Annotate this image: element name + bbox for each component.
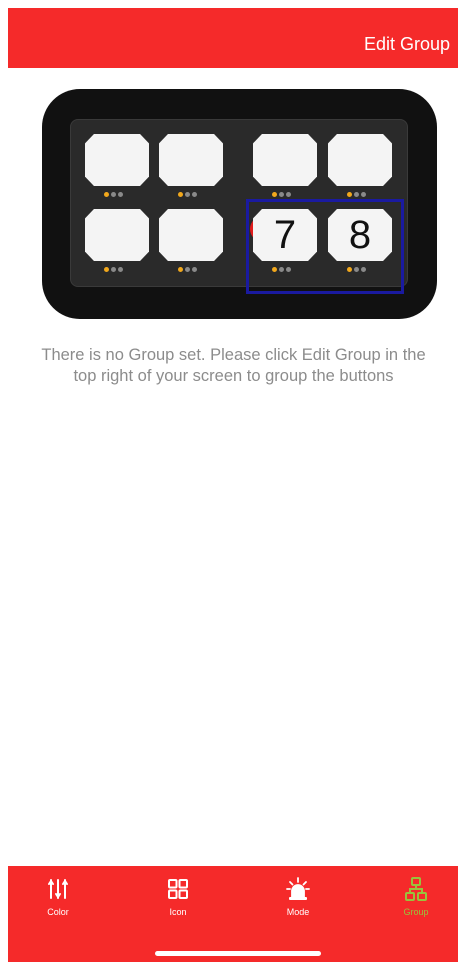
key-3-indicator: [272, 192, 291, 198]
sliders-icon: [28, 876, 88, 902]
tab-icon[interactable]: Icon: [148, 876, 208, 917]
grid-icon: [148, 876, 208, 902]
edit-group-button[interactable]: Edit Group: [364, 34, 450, 55]
group-icon: [386, 876, 446, 902]
selection-highlight: [246, 199, 404, 294]
panel-key-3[interactable]: [253, 134, 317, 186]
home-indicator[interactable]: [155, 951, 321, 956]
key-6-indicator: [178, 267, 197, 273]
tab-group[interactable]: Group: [386, 876, 446, 917]
tab-mode-label: Mode: [286, 907, 310, 917]
siren-icon: [268, 876, 328, 902]
no-group-message: There is no Group set. Please click Edit…: [41, 346, 426, 385]
panel-key-1[interactable]: [85, 134, 149, 186]
tab-group-label: Group: [403, 907, 429, 917]
panel-key-2[interactable]: [159, 134, 223, 186]
key-4-indicator: [347, 192, 366, 198]
key-1-indicator: [104, 192, 123, 198]
panel-key-4[interactable]: [328, 134, 392, 186]
header-bar: Edit Group: [8, 8, 458, 68]
tab-mode[interactable]: Mode: [268, 876, 328, 917]
key-2-indicator: [178, 192, 197, 198]
panel-key-6[interactable]: [159, 209, 223, 261]
tab-icon-label: Icon: [169, 907, 187, 917]
bottom-tab-bar: Color Icon Mode Group: [8, 866, 458, 962]
key-5-indicator: [104, 267, 123, 273]
tab-color[interactable]: Color: [28, 876, 88, 917]
tab-color-label: Color: [47, 907, 69, 917]
panel-key-5[interactable]: [85, 209, 149, 261]
